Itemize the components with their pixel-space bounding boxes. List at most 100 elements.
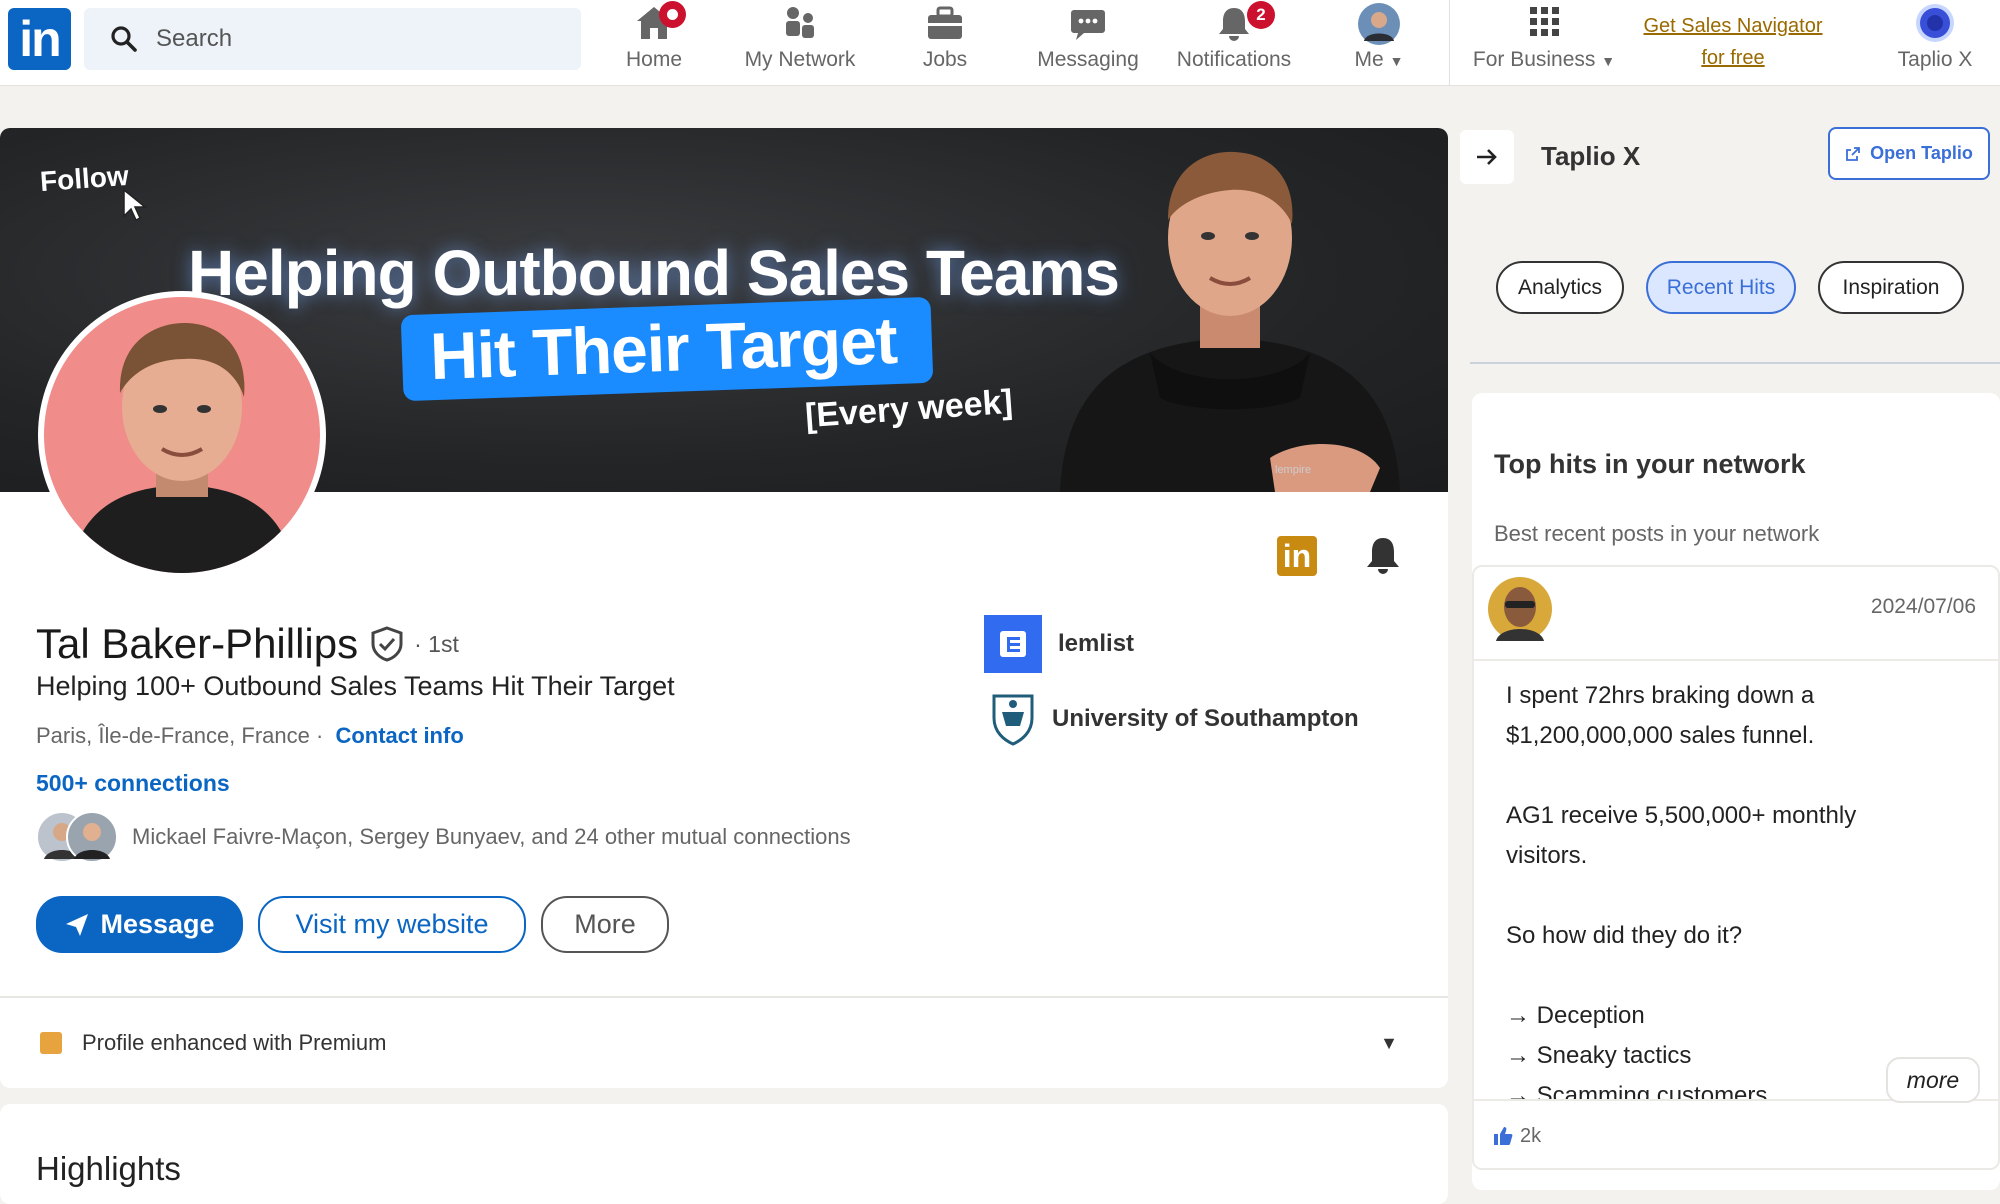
taplio-panel-title: Taplio X xyxy=(1541,141,1641,171)
nav-my-network[interactable]: My Network xyxy=(735,0,865,86)
profile-location: Paris, Île-de-France, France · xyxy=(36,723,324,748)
banner-person-photo: lempire xyxy=(1060,151,1400,492)
post-line: AG1 receive 5,500,000+ monthly xyxy=(1506,802,1857,829)
search-input[interactable] xyxy=(154,8,564,70)
nav-divider xyxy=(1449,0,1450,86)
tab-recent-hits[interactable]: Recent Hits xyxy=(1646,261,1796,314)
premium-badge-icon xyxy=(40,1032,62,1054)
nav-home-label: Home xyxy=(625,48,683,71)
verified-shield-icon xyxy=(370,626,404,662)
banner-headline-line-1: Helping Outbound Sales Teams xyxy=(188,237,1120,309)
post-line xyxy=(1506,882,1986,922)
linkedin-premium-icon[interactable]: in xyxy=(1277,536,1317,576)
nav-jobs[interactable]: Jobs xyxy=(900,0,990,86)
location-row: Paris, Île-de-France, France · Contact i… xyxy=(36,723,464,749)
tab-analytics[interactable]: Analytics xyxy=(1496,261,1624,314)
post-line: → Deception xyxy=(1506,1002,1645,1029)
post-more-button[interactable]: more xyxy=(1886,1057,1980,1103)
premium-enhanced-bar[interactable]: Profile enhanced with Premium ▼ xyxy=(0,998,1448,1088)
mutual-avatar-2 xyxy=(66,811,118,863)
nav-home[interactable]: Home xyxy=(606,0,702,86)
chevron-down-icon: ▼ xyxy=(1601,53,1616,69)
post-footer: 2k xyxy=(1474,1099,1998,1168)
nav-messaging[interactable]: Messaging xyxy=(1030,0,1146,86)
chevron-down-icon: ▼ xyxy=(1389,53,1404,69)
top-navigation-bar: in Home My Network Jobs Messaging xyxy=(0,0,2000,86)
taplio-collapse-button[interactable] xyxy=(1460,130,1514,184)
nav-me[interactable]: Me ▼ xyxy=(1336,0,1422,86)
grid-apps-icon xyxy=(1524,4,1564,42)
post-line xyxy=(1506,762,1986,802)
contact-info-link[interactable]: Contact info xyxy=(335,723,463,748)
nav-taplio-x[interactable]: Taplio X xyxy=(1890,0,1980,86)
post-header-divider xyxy=(1474,659,1998,661)
top-hits-title: Top hits in your network xyxy=(1494,449,1806,479)
post-like-count: 2k xyxy=(1520,1125,1542,1147)
top-hits-subtitle: Best recent posts in your network xyxy=(1494,521,1820,546)
taplio-divider xyxy=(1470,362,2000,364)
sales-navigator-line-1: Get Sales Navigator xyxy=(1643,15,1823,37)
sales-navigator-promo-link[interactable]: Get Sales Navigator for free xyxy=(1630,10,1836,74)
sales-navigator-line-2: for free xyxy=(1701,47,1765,69)
bell-icon[interactable] xyxy=(1363,534,1403,576)
search-bar[interactable] xyxy=(84,8,581,70)
nav-notifications[interactable]: 2 Notifications xyxy=(1170,0,1298,86)
banner-headline-line-2: Hit Their Target xyxy=(428,302,898,394)
mutual-connection-avatars xyxy=(36,811,118,863)
network-icon xyxy=(780,4,820,42)
thumbs-up-icon xyxy=(1494,1127,1513,1145)
connection-degree: · 1st xyxy=(414,630,459,657)
notifications-count-badge: 2 xyxy=(1247,1,1275,29)
post-line: $1,200,000,000 sales funnel. xyxy=(1506,722,1815,749)
nav-for-business[interactable]: For Business ▼ xyxy=(1466,0,1622,86)
nav-me-dropdown[interactable]: Me ▼ xyxy=(1336,48,1422,72)
arrow-right-icon xyxy=(1477,149,1497,165)
profile-card: Follow Helping Outbound Sales Teams Hit … xyxy=(0,128,1448,1088)
linkedin-logo[interactable]: in xyxy=(8,8,71,70)
profile-avatar[interactable] xyxy=(38,291,326,579)
post-line: So how did they do it? xyxy=(1506,922,1743,949)
briefcase-icon xyxy=(925,4,965,42)
university-crest-icon xyxy=(992,694,1034,746)
connections-link[interactable]: 500+ connections xyxy=(36,770,230,797)
nav-for-business-label: For Business xyxy=(1472,48,1596,71)
profile-headline: Helping 100+ Outbound Sales Teams Hit Th… xyxy=(36,671,675,701)
school-name: University of Southampton xyxy=(1052,705,1359,732)
post-line: visitors. xyxy=(1506,842,1588,869)
search-icon xyxy=(110,25,138,53)
mutual-connections-text: Mickael Faivre-Maçon, Sergey Bunyaev, an… xyxy=(132,824,851,849)
post-line: I spent 72hrs braking down a xyxy=(1506,682,1815,709)
current-company[interactable]: lemlist xyxy=(984,615,1134,673)
send-icon xyxy=(66,913,89,936)
banner-shirt-logo-text: lempire xyxy=(1275,464,1311,476)
post-author-avatar xyxy=(1488,577,1552,641)
open-taplio-button[interactable]: Open Taplio xyxy=(1828,127,1990,180)
home-notification-dot xyxy=(659,1,686,28)
post-date: 2024/07/06 xyxy=(1870,595,1976,618)
nav-my-network-label: My Network xyxy=(744,48,856,71)
chevron-down-icon[interactable]: ▼ xyxy=(1380,1033,1398,1054)
taplio-logo-icon xyxy=(1914,2,1956,44)
banner-follow-text: Follow xyxy=(38,159,130,198)
open-taplio-label: Open Taplio xyxy=(1870,143,1973,163)
highlights-card: Highlights xyxy=(0,1104,1448,1204)
post-body: I spent 72hrs braking down a $1,200,000,… xyxy=(1506,682,1986,1122)
top-hits-section: Top hits in your network Best recent pos… xyxy=(1472,393,2000,1190)
tab-inspiration[interactable]: Inspiration xyxy=(1818,261,1964,314)
cursor-arrow-icon xyxy=(123,188,148,222)
post-line xyxy=(1506,962,1986,1002)
lemlist-logo-icon xyxy=(984,615,1042,673)
messaging-icon xyxy=(1068,4,1108,42)
visit-website-button[interactable]: Visit my website xyxy=(258,896,526,953)
message-button[interactable]: Message xyxy=(36,896,243,953)
nav-me-label: Me xyxy=(1354,48,1384,71)
education-school[interactable]: University of Southampton xyxy=(990,690,1359,748)
more-button[interactable]: More xyxy=(541,896,669,953)
nav-jobs-label: Jobs xyxy=(922,48,968,71)
mutual-connections-row[interactable]: Mickael Faivre-Maçon, Sergey Bunyaev, an… xyxy=(36,811,851,863)
premium-text: Profile enhanced with Premium xyxy=(82,1030,387,1055)
external-link-icon xyxy=(1846,146,1861,161)
company-name: lemlist xyxy=(1058,630,1135,657)
nav-messaging-label: Messaging xyxy=(1037,48,1139,71)
banner-headline-line-3: [Every week] xyxy=(803,382,1014,436)
